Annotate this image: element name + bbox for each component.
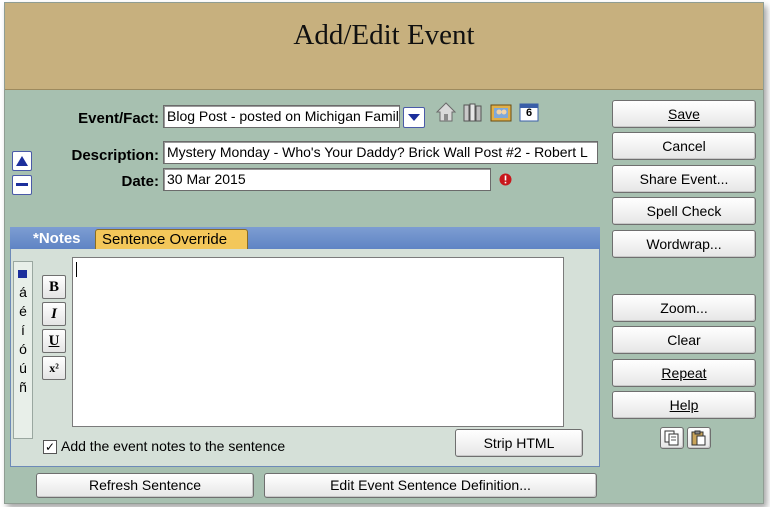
calendar-day-text: 6 [525,107,533,119]
description-label: Description: [71,147,159,164]
edit-sentence-definition-button[interactable]: Edit Event Sentence Definition... [264,473,597,498]
accent-a[interactable]: á [14,284,32,300]
zoom-button[interactable]: Zoom... [612,294,756,322]
move-up-button[interactable] [12,151,32,171]
add-edit-event-dialog: Add/Edit Event Event/Fact: Blog Post - p… [4,2,764,504]
chevron-down-icon [408,113,420,121]
share-event-button[interactable]: Share Event... [612,165,756,193]
copy-button[interactable] [660,427,684,449]
spell-check-button[interactable]: Spell Check [612,197,756,225]
save-button[interactable]: Save [612,100,756,128]
home-icon[interactable] [435,101,457,123]
help-label: Help [669,397,699,413]
strip-html-button[interactable]: Strip HTML [455,429,583,457]
arrow-up-icon [16,156,28,166]
dialog-title: Add/Edit Event [293,19,475,51]
superscript-button[interactable]: x² [42,356,66,380]
date-field[interactable]: 30 Mar 2015 [163,168,491,191]
tab-notes[interactable]: *Notes [27,229,87,249]
square-icon [18,270,27,278]
repeat-button[interactable]: Repeat [612,359,756,387]
add-notes-checkbox[interactable]: ✓ [43,440,57,454]
help-button[interactable]: Help [612,391,756,419]
paste-icon [691,430,706,446]
move-down-button[interactable] [12,175,32,195]
accent-i[interactable]: í [14,322,32,338]
notes-textarea[interactable] [72,257,564,427]
text-cursor [76,262,77,277]
wordwrap-button[interactable]: Wordwrap... [612,230,756,258]
event-fact-label: Event/Fact: [78,110,159,127]
copy-icon [664,430,679,446]
calendar-button[interactable]: 6 [518,101,540,123]
picture-icon[interactable] [490,102,512,124]
cancel-button[interactable]: Cancel [612,132,756,160]
accent-characters-bar: á é í ó ú ñ [13,261,33,439]
repeat-label: Repeat [661,365,707,381]
date-label: Date: [121,173,159,190]
tab-sentence-override[interactable]: Sentence Override [95,229,248,249]
warning-icon [499,173,512,186]
accent-n[interactable]: ñ [14,379,32,395]
save-label: Save [668,106,700,122]
books-icon[interactable] [462,101,484,123]
italic-button[interactable]: I [42,302,66,326]
title-bar: Add/Edit Event [5,3,763,90]
accent-o[interactable]: ó [14,341,32,357]
add-notes-label: Add the event notes to the sentence [61,438,286,454]
accent-u[interactable]: ú [14,360,32,376]
accent-e[interactable]: é [14,303,32,319]
paste-button[interactable] [687,427,711,449]
underline-button[interactable]: U [42,329,66,353]
description-field[interactable]: Mystery Monday - Who's Your Daddy? Brick… [163,141,598,164]
clear-button[interactable]: Clear [612,326,756,354]
event-fact-field[interactable]: Blog Post - posted on Michigan Famil [163,105,400,128]
refresh-sentence-button[interactable]: Refresh Sentence [36,473,254,498]
minus-icon [16,183,28,186]
event-fact-dropdown[interactable] [403,107,425,128]
bold-button[interactable]: B [42,275,66,299]
